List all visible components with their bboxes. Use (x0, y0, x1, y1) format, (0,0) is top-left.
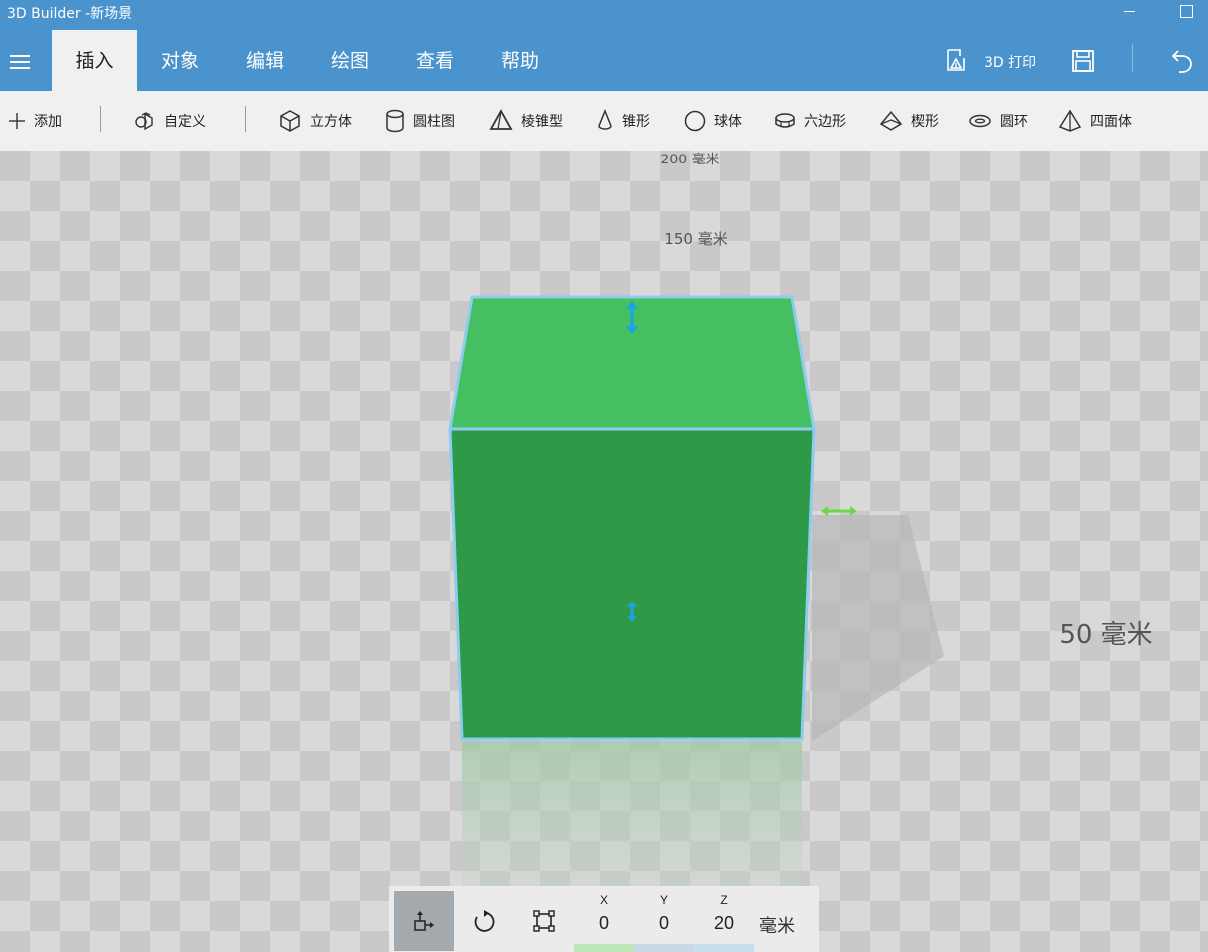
add-label: 添加 (34, 114, 62, 130)
shape-label: 六边形 (804, 114, 846, 130)
save-icon (1072, 50, 1094, 72)
move-button[interactable] (394, 891, 454, 951)
coord-z-axis: Z (720, 893, 728, 907)
shape-label: 球体 (714, 114, 742, 130)
custom-label: 自定义 (164, 114, 206, 130)
shape-cylinder-button[interactable]: 圆柱图 (385, 91, 455, 151)
custom-shapes-icon (135, 112, 153, 130)
ribbon-header: 插入 对象 编辑 绘图 查看 帮助 3D 打印 (0, 24, 1208, 91)
shape-sphere-button[interactable]: 球体 (684, 91, 742, 151)
shape-label: 楔形 (911, 114, 939, 130)
tab-insert[interactable]: 插入 (52, 30, 137, 91)
3d-viewport[interactable]: 200 毫米 150 毫米 50 毫米 (0, 151, 1208, 952)
cube-icon (280, 110, 300, 132)
cylinder-icon (386, 109, 404, 133)
minimize-button[interactable] (1106, 0, 1152, 24)
cube-object[interactable] (448, 295, 816, 741)
transform-controls: X 0 Y 0 Z 20 毫米 (389, 886, 819, 952)
coord-x-bar (574, 944, 634, 952)
wedge-icon (879, 110, 903, 131)
coord-x-axis: X (599, 893, 608, 907)
undo-icon (1171, 50, 1192, 73)
shape-hexagon-button[interactable]: 六边形 (774, 91, 846, 151)
title-bar: 3D Builder -新场景 (0, 0, 1208, 24)
plus-icon (9, 113, 25, 129)
toolbar-divider (100, 106, 101, 132)
shape-label: 四面体 (1090, 114, 1132, 130)
scene-canvas[interactable]: 200 毫米 150 毫米 50 毫米 (0, 151, 1208, 952)
custom-button[interactable]: 自定义 (134, 91, 206, 151)
shape-cone-button[interactable]: 锥形 (596, 91, 650, 151)
ruler-label-200: 200 毫米 (660, 152, 719, 167)
tab-view[interactable]: 查看 (397, 30, 473, 91)
ruler-label-150: 150 毫米 (664, 230, 727, 248)
tab-paint[interactable]: 绘图 (312, 30, 388, 91)
tetrahedron-icon (1058, 109, 1082, 132)
coord-y-axis: Y (659, 893, 668, 907)
coord-z[interactable]: Z 20 (694, 886, 754, 952)
tab-object[interactable]: 对象 (142, 30, 218, 91)
3d-print-button[interactable]: 3D 打印 (938, 24, 1048, 91)
move-icon (414, 911, 434, 931)
rotate-button[interactable] (454, 891, 514, 951)
hexagon-icon (775, 113, 795, 128)
ribbon-divider (1132, 44, 1133, 72)
coord-z-value[interactable]: 20 (694, 913, 754, 934)
shape-label: 圆柱图 (413, 114, 455, 130)
hamburger-menu-icon[interactable] (0, 24, 40, 91)
window-title: 3D Builder -新场景 (7, 6, 133, 22)
shape-wedge-button[interactable]: 楔形 (879, 91, 939, 151)
unit-selector[interactable]: 毫米 (759, 912, 795, 938)
scale-button[interactable] (514, 891, 574, 951)
shape-cube-button[interactable]: 立方体 (278, 91, 352, 151)
add-button[interactable]: 添加 (8, 91, 62, 151)
shape-tetrahedron-button[interactable]: 四面体 (1058, 91, 1132, 151)
ruler-label-50: 50 毫米 (1059, 620, 1152, 650)
save-button[interactable] (1064, 24, 1104, 91)
shape-pyramid-button[interactable]: 棱锥型 (489, 91, 563, 151)
tab-edit[interactable]: 编辑 (227, 30, 303, 91)
scale-icon (533, 910, 555, 932)
shape-label: 圆环 (1000, 114, 1028, 130)
shape-torus-button[interactable]: 圆环 (968, 91, 1028, 151)
insert-toolbar: 添加 自定义 立方体 圆柱图 棱锥型 锥形 球体 六边形 楔形 圆环 四面体 (0, 91, 1208, 151)
coord-x[interactable]: X 0 (574, 886, 634, 952)
coord-y-value[interactable]: 0 (634, 913, 694, 934)
cone-icon (598, 109, 612, 130)
toolbar-divider (245, 106, 246, 132)
tab-help[interactable]: 帮助 (482, 30, 558, 91)
coord-y-bar (634, 944, 694, 952)
undo-button[interactable] (1160, 24, 1204, 91)
shape-label: 锥形 (622, 114, 650, 130)
maximize-button[interactable] (1162, 0, 1208, 24)
3d-print-icon (947, 49, 965, 71)
coord-x-value[interactable]: 0 (574, 913, 634, 934)
pyramid-icon (489, 109, 513, 130)
coord-z-bar (694, 944, 754, 952)
shape-label: 棱锥型 (521, 114, 563, 130)
coord-y[interactable]: Y 0 (634, 886, 694, 952)
torus-icon (969, 114, 991, 128)
shape-label: 立方体 (310, 114, 352, 130)
rotate-icon (474, 910, 495, 932)
3d-print-label: 3D 打印 (984, 55, 1037, 71)
sphere-icon (684, 110, 706, 132)
